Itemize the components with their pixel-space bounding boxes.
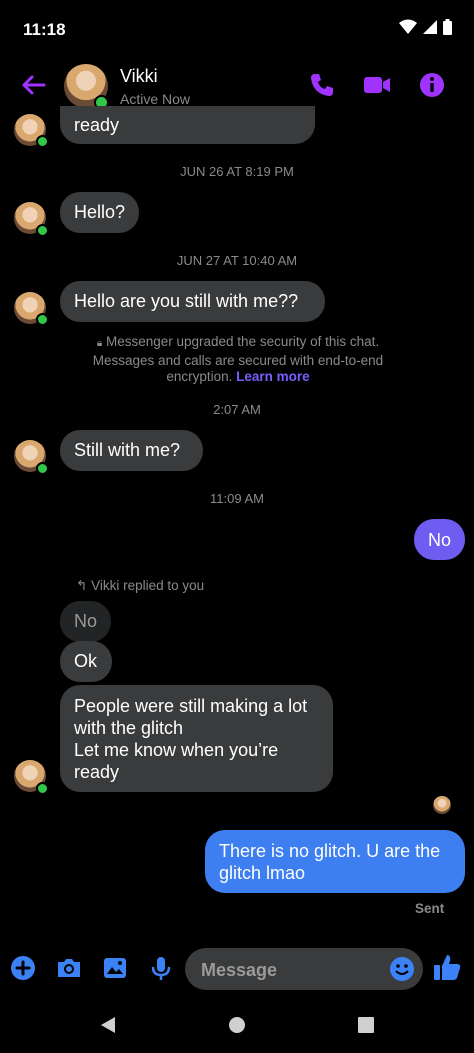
- message-bubble[interactable]: Hello are you still with me??: [60, 281, 325, 322]
- message-text-line: glitch lmao: [219, 863, 306, 883]
- plus-icon[interactable]: [9, 954, 37, 982]
- video-call-icon[interactable]: [362, 70, 392, 100]
- message-text: Hello are you still with me??: [74, 291, 299, 311]
- reply-indicator: ↰ Vikki replied to you: [76, 578, 204, 594]
- message-text: Ok: [74, 651, 98, 671]
- message-bubble[interactable]: ready: [60, 106, 315, 144]
- status-icons: [399, 19, 452, 35]
- online-indicator: [36, 313, 49, 326]
- timestamp: 11:09 AM: [210, 491, 264, 506]
- message-text-line: with the glitch: [74, 718, 184, 738]
- learn-more-link[interactable]: Learn more: [236, 369, 310, 384]
- timestamp: 2:07 AM: [213, 402, 261, 417]
- message-text: Still with me?: [74, 440, 181, 460]
- nav-back-icon[interactable]: [98, 1015, 118, 1035]
- message-bubble[interactable]: People were still making a lot with the …: [60, 685, 333, 792]
- active-status: Active Now: [120, 91, 191, 107]
- message-text: No: [428, 530, 452, 550]
- message-bubble[interactable]: Still with me?: [60, 430, 203, 471]
- camera-icon[interactable]: [55, 954, 83, 982]
- sent-message-bubble[interactable]: There is no glitch. U are the glitch lma…: [205, 830, 465, 893]
- read-receipt-avatar: [433, 796, 451, 814]
- battery-icon: [443, 19, 452, 35]
- contact-name[interactable]: Vikki: [120, 66, 158, 87]
- message-input[interactable]: [199, 948, 383, 992]
- message-field[interactable]: [185, 948, 423, 992]
- sent-message-bubble[interactable]: No: [414, 519, 465, 560]
- online-indicator: [36, 782, 49, 795]
- phone-call-icon[interactable]: [307, 70, 337, 100]
- lock-icon: 🔒︎: [96, 338, 103, 349]
- reply-arrow-icon: ↰: [76, 578, 88, 593]
- online-indicator: [36, 135, 49, 148]
- online-indicator: [36, 462, 49, 475]
- quoted-text: No: [74, 611, 98, 631]
- nav-recents-icon[interactable]: [356, 1015, 376, 1035]
- nav-home-icon[interactable]: [227, 1015, 247, 1035]
- thumbs-up-icon[interactable]: [432, 952, 462, 982]
- wifi-icon: [399, 19, 417, 34]
- message-text-line: ready: [74, 762, 120, 782]
- emoji-icon[interactable]: [389, 956, 415, 982]
- message-text: Hello?: [74, 202, 126, 222]
- security-notice: 🔒︎ Messenger upgraded the security of th…: [78, 334, 398, 386]
- timestamp: JUN 27 AT 10:40 AM: [176, 253, 298, 268]
- sent-status: Sent: [415, 901, 445, 916]
- status-time: 11:18: [23, 20, 66, 39]
- reply-label: Vikki replied to you: [91, 578, 205, 593]
- message-bubble[interactable]: Ok: [60, 641, 112, 682]
- microphone-icon[interactable]: [147, 954, 175, 982]
- info-icon[interactable]: [417, 70, 447, 100]
- message-bubble[interactable]: Hello?: [60, 192, 139, 233]
- message-text-line: People were still making a lot: [74, 696, 308, 716]
- signal-icon: [423, 20, 437, 34]
- gallery-icon[interactable]: [101, 954, 129, 982]
- online-indicator: [36, 224, 49, 237]
- message-text-line: There is no glitch. U are the: [219, 841, 441, 861]
- message-text: ready: [74, 115, 120, 135]
- quoted-message[interactable]: No: [60, 601, 111, 642]
- back-arrow-icon[interactable]: [18, 70, 48, 100]
- message-text-line: Let me know when you’re: [74, 740, 279, 760]
- timestamp: JUN 26 AT 8:19 PM: [180, 164, 294, 179]
